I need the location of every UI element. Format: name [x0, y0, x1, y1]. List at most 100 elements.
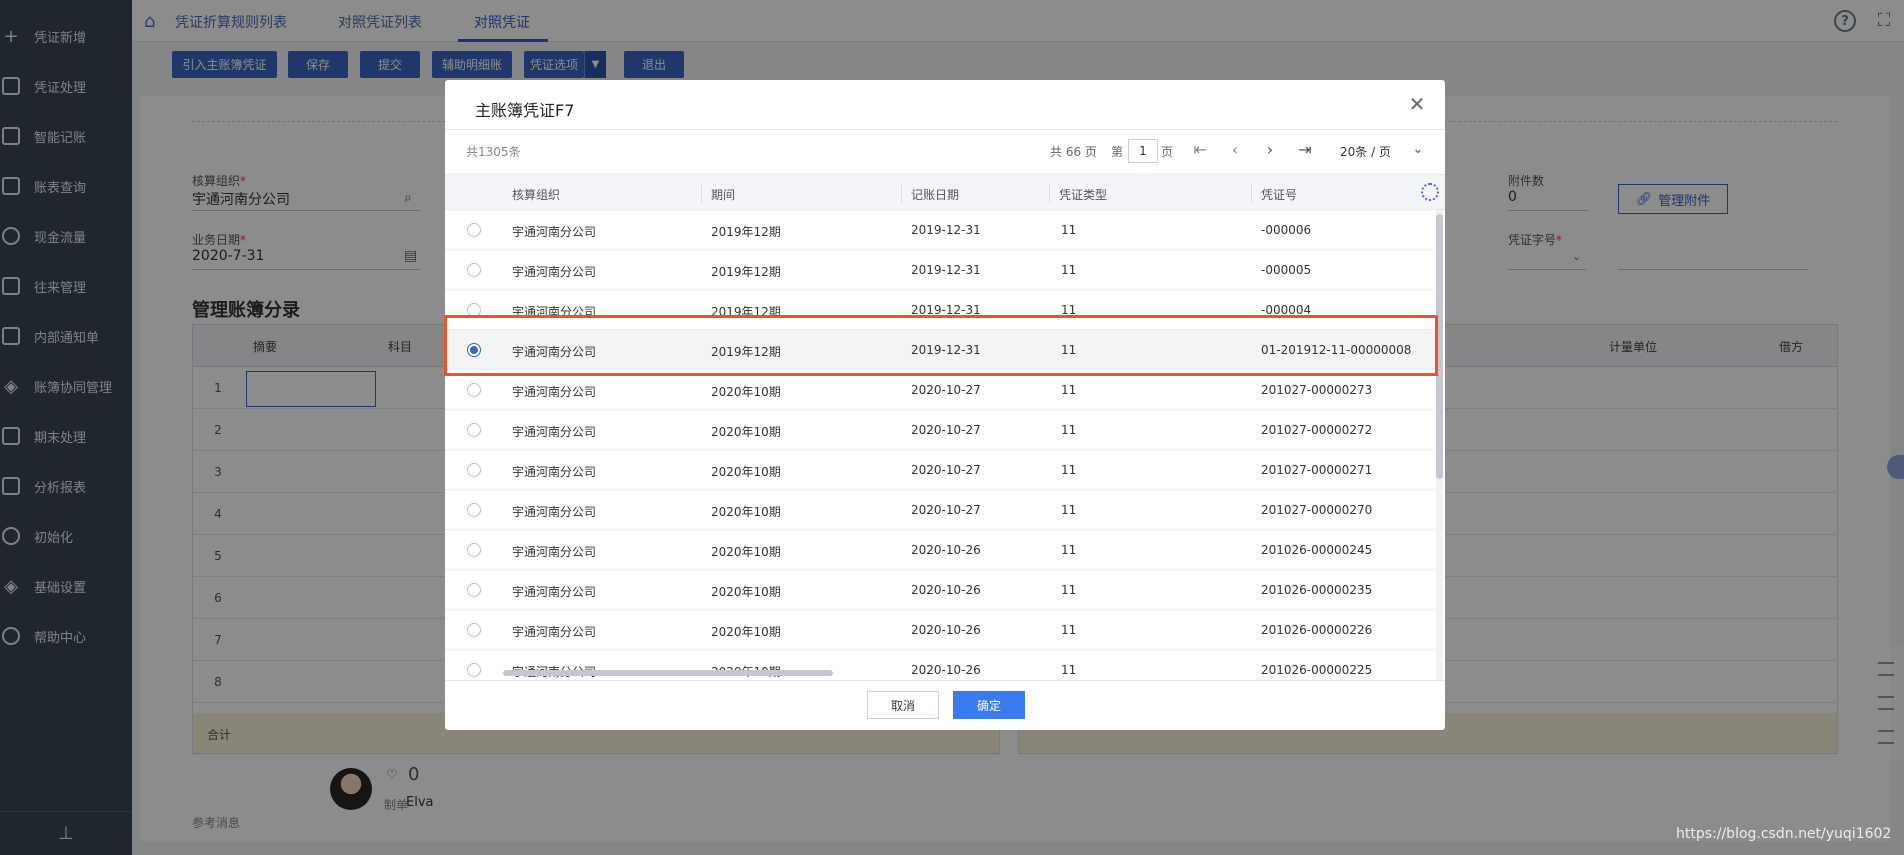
row-radio[interactable] — [467, 223, 481, 237]
cell-number: 201027-00000270 — [1261, 503, 1373, 517]
cell-type: 11 — [1061, 503, 1077, 517]
column-separator — [1049, 183, 1050, 203]
cell-type: 11 — [1061, 463, 1077, 477]
cell-type: 11 — [1061, 623, 1077, 637]
table-row[interactable]: 宇通河南分公司 2020年10期 2020-10-27 11 201027-00… — [445, 410, 1435, 450]
table-row[interactable]: 宇通河南分公司 2020年10期 2020-10-26 11 201026-00… — [445, 570, 1435, 610]
cell-number: 201027-00000273 — [1261, 383, 1373, 397]
cell-org: 宇通河南分公司 — [512, 625, 597, 639]
row-radio[interactable] — [467, 263, 481, 277]
cell-org: 宇通河南分公司 — [512, 265, 597, 279]
cell-date: 2020-10-27 — [911, 463, 981, 477]
row-radio[interactable] — [467, 583, 481, 597]
cell-org: 宇通河南分公司 — [512, 225, 597, 239]
cell-period: 2020年10期 — [711, 625, 781, 639]
dialog-title: 主账簿凭证F7 — [475, 101, 575, 120]
cell-type: 11 — [1061, 263, 1077, 277]
table-row[interactable]: 宇通河南分公司 2020年10期 2020-10-26 11 201026-00… — [445, 610, 1435, 650]
chevron-down-icon[interactable]: ⌄ — [1408, 138, 1428, 162]
cell-date: 2019-12-31 — [911, 223, 981, 237]
cell-number: 201026-00000226 — [1261, 623, 1373, 637]
gear-icon[interactable] — [1421, 183, 1439, 201]
row-radio[interactable] — [467, 623, 481, 637]
page-number-input[interactable]: 1 — [1128, 139, 1158, 163]
column-header-date: 记账日期 — [911, 188, 960, 202]
row-radio[interactable] — [467, 543, 481, 557]
table-row[interactable]: 宇通河南分公司 2019年12期 2019-12-31 11 -000005 — [445, 250, 1435, 290]
cell-type: 11 — [1061, 543, 1077, 557]
column-header-org: 核算组织 — [512, 188, 561, 202]
row-radio[interactable] — [467, 663, 481, 677]
column-separator — [901, 183, 902, 203]
cell-org: 宇通河南分公司 — [512, 545, 597, 559]
table-row[interactable]: 宇通河南分公司 2020年10期 2020-10-27 11 201027-00… — [445, 450, 1435, 490]
cell-org: 宇通河南分公司 — [512, 505, 597, 519]
row-radio[interactable] — [467, 503, 481, 517]
selection-highlight-box — [444, 315, 1438, 376]
cell-number: 201027-00000272 — [1261, 423, 1373, 437]
cell-date: 2020-10-27 — [911, 503, 981, 517]
table-row[interactable]: 宇通河南分公司 2020年10期 2020-10-26 11 201026-00… — [445, 530, 1435, 570]
next-page-icon[interactable]: › — [1260, 138, 1280, 162]
horizontal-scrollbar[interactable] — [503, 670, 833, 676]
column-header-type: 凭证类型 — [1059, 188, 1108, 202]
cell-date: 2020-10-27 — [911, 423, 981, 437]
prev-page-icon[interactable]: ‹ — [1225, 138, 1245, 162]
page-size-select[interactable]: 20条 / 页 — [1340, 143, 1391, 160]
cell-number: 201026-00000235 — [1261, 583, 1373, 597]
cell-period: 2020年10期 — [711, 585, 781, 599]
total-pages: 共 66 页 — [1050, 145, 1097, 159]
column-header-number: 凭证号 — [1261, 188, 1298, 202]
cell-period: 2020年10期 — [711, 505, 781, 519]
close-icon[interactable]: ✕ — [1407, 94, 1427, 114]
page-prefix: 第 — [1111, 145, 1124, 159]
cell-period: 2020年10期 — [711, 465, 781, 479]
voucher-table-body: 宇通河南分公司 2019年12期 2019-12-31 11 -000006 宇… — [445, 210, 1435, 680]
cell-number: 201027-00000271 — [1261, 463, 1373, 477]
first-page-icon[interactable]: ⇤ — [1190, 138, 1210, 162]
cell-date: 2020-10-26 — [911, 623, 981, 637]
main-voucher-picker-dialog: 主账簿凭证F7 ✕ 共1305条 共 66 页 第 1 页 ⇤ ‹ › ⇥ 20… — [445, 80, 1445, 730]
row-radio[interactable] — [467, 463, 481, 477]
table-row[interactable]: 宇通河南分公司 2020年10期 2020-10-27 11 201027-00… — [445, 490, 1435, 530]
cell-date: 2019-12-31 — [911, 263, 981, 277]
cell-number: 201026-00000225 — [1261, 663, 1373, 677]
cell-date: 2020-10-26 — [911, 543, 981, 557]
divider — [445, 129, 1445, 130]
cell-org: 宇通河南分公司 — [512, 585, 597, 599]
cell-period: 2020年10期 — [711, 425, 781, 439]
table-row[interactable]: 宇通河南分公司 2020年10期 2020-10-27 11 201027-00… — [445, 370, 1435, 410]
cell-org: 宇通河南分公司 — [512, 385, 597, 399]
page-suffix: 页 — [1161, 145, 1174, 159]
cell-period: 2019年12期 — [711, 225, 781, 239]
cell-number: -000006 — [1261, 223, 1312, 237]
cell-date: 2020-10-27 — [911, 383, 981, 397]
column-header-period: 期间 — [711, 188, 736, 202]
last-page-icon[interactable]: ⇥ — [1295, 138, 1315, 162]
cell-period: 2020年10期 — [711, 385, 781, 399]
cell-type: 11 — [1061, 663, 1077, 677]
table-row[interactable]: 宇通河南分公司 2019年12期 2019-12-31 11 -000006 — [445, 210, 1435, 250]
cell-date: 2020-10-26 — [911, 583, 981, 597]
column-separator — [701, 183, 702, 203]
cell-type: 11 — [1061, 223, 1077, 237]
table-header: 核算组织 期间 记账日期 凭证类型 凭证号 — [445, 174, 1445, 210]
cancel-button[interactable]: 取消 — [867, 691, 939, 719]
cell-number: 201026-00000245 — [1261, 543, 1373, 557]
cell-type: 11 — [1061, 423, 1077, 437]
total-record-count: 共1305条 — [466, 145, 521, 159]
cell-org: 宇通河南分公司 — [512, 465, 597, 479]
cell-org: 宇通河南分公司 — [512, 425, 597, 439]
cell-date: 2020-10-26 — [911, 663, 981, 677]
confirm-button[interactable]: 确定 — [953, 691, 1025, 719]
row-radio[interactable] — [467, 383, 481, 397]
column-separator — [1251, 183, 1252, 203]
cell-type: 11 — [1061, 383, 1077, 397]
cell-type: 11 — [1061, 583, 1077, 597]
watermark-text: https://blog.csdn.net/yuqi1602 — [1676, 826, 1892, 842]
vertical-scrollbar[interactable] — [1436, 210, 1443, 680]
cell-number: -000005 — [1261, 263, 1312, 277]
cell-period: 2020年10期 — [711, 545, 781, 559]
row-radio[interactable] — [467, 423, 481, 437]
cell-period: 2019年12期 — [711, 265, 781, 279]
